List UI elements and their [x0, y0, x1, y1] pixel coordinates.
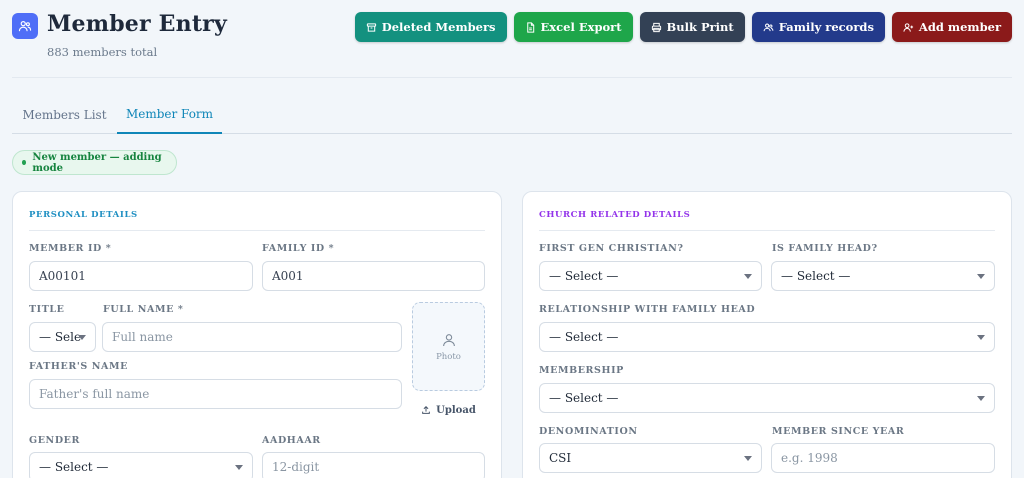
- user-plus-icon: [903, 22, 914, 32]
- first-gen-select[interactable]: — Select —: [539, 261, 762, 291]
- gender-label: GENDER: [29, 435, 81, 446]
- member-since-label: MEMBER SINCE YEAR: [772, 426, 905, 437]
- family-head-select[interactable]: — Select —: [771, 261, 995, 291]
- member-since-input[interactable]: [771, 443, 995, 473]
- upload-button[interactable]: Upload: [412, 403, 485, 417]
- chevron-down-icon: [78, 335, 86, 340]
- family-head-select-value: — Select —: [781, 269, 851, 283]
- gender-select-value: — Select —: [39, 460, 109, 474]
- bulk-print-button[interactable]: Bulk Print: [639, 12, 745, 42]
- header-divider: [12, 77, 1012, 78]
- excel-export-label: Excel Export: [540, 20, 622, 34]
- church-details-card: CHURCH RELATED DETAILS FIRST GEN CHRISTI…: [522, 191, 1012, 478]
- membership-select-value: — Select —: [549, 391, 619, 405]
- page-title: Member Entry: [47, 11, 227, 37]
- photo-dropzone[interactable]: Photo: [412, 302, 485, 391]
- chevron-down-icon: [235, 465, 243, 470]
- relationship-select-value: — Select —: [549, 330, 619, 344]
- family-id-label: FAMILY ID *: [262, 243, 335, 254]
- card-divider: [29, 230, 485, 231]
- page-header: Member Entry 883 members total Deleted M…: [12, 11, 1012, 62]
- printer-icon: [651, 22, 661, 32]
- title-label: TITLE: [29, 304, 65, 315]
- card-divider: [539, 230, 995, 231]
- chevron-down-icon: [977, 396, 985, 401]
- relationship-label: RELATIONSHIP WITH FAMILY HEAD: [539, 304, 756, 315]
- upload-icon: [422, 405, 431, 414]
- family-head-label: IS FAMILY HEAD?: [772, 243, 878, 254]
- full-name-input[interactable]: [102, 322, 402, 352]
- first-gen-label: FIRST GEN CHRISTIAN?: [539, 243, 684, 254]
- deleted-members-button[interactable]: Deleted Members: [354, 12, 507, 42]
- file-icon: [526, 21, 534, 33]
- title-select-value: — Sele: [39, 330, 82, 344]
- mode-badge-text: New member — adding mode: [32, 151, 162, 174]
- title-select[interactable]: — Sele: [29, 322, 96, 352]
- user-icon: [442, 333, 455, 346]
- member-id-label: MEMBER ID *: [29, 243, 112, 254]
- photo-label: Photo: [436, 351, 461, 362]
- family-id-input[interactable]: [262, 261, 485, 291]
- full-name-label: FULL NAME *: [103, 304, 184, 315]
- users-icon: [763, 23, 774, 31]
- add-member-label: Add member: [918, 20, 1001, 34]
- personal-details-card: PERSONAL DETAILS MEMBER ID * FAMILY ID *…: [12, 191, 502, 478]
- denomination-select[interactable]: CSI: [539, 443, 762, 473]
- aadhaar-input[interactable]: [262, 452, 485, 478]
- father-name-input[interactable]: [29, 379, 402, 409]
- tab-bar: Members List Member Form: [12, 96, 1012, 134]
- tab-member-form[interactable]: Member Form: [117, 96, 222, 134]
- add-member-button[interactable]: Add member: [891, 12, 1012, 42]
- users-icon: [12, 13, 38, 39]
- membership-select[interactable]: — Select —: [539, 383, 995, 413]
- mode-badge: New member — adding mode: [12, 150, 177, 175]
- membership-label: MEMBERSHIP: [539, 365, 624, 376]
- action-bar: Deleted Members Excel Export Bulk Print …: [354, 12, 1012, 42]
- father-name-label: FATHER'S NAME: [29, 361, 128, 372]
- gender-select[interactable]: — Select —: [29, 452, 253, 478]
- church-details-title: CHURCH RELATED DETAILS: [539, 210, 691, 220]
- chevron-down-icon: [977, 335, 985, 340]
- status-dot: [22, 160, 27, 165]
- chevron-down-icon: [744, 274, 752, 279]
- excel-export-button[interactable]: Excel Export: [513, 12, 633, 42]
- member-count: 883 members total: [47, 45, 158, 59]
- chevron-down-icon: [744, 456, 752, 461]
- deleted-members-label: Deleted Members: [381, 20, 496, 34]
- chevron-down-icon: [977, 274, 985, 279]
- upload-label: Upload: [436, 404, 476, 416]
- tab-members-list[interactable]: Members List: [12, 96, 117, 133]
- bulk-print-label: Bulk Print: [666, 20, 734, 34]
- aadhaar-label: AADHAAR: [262, 435, 321, 446]
- family-records-label: Family records: [778, 20, 874, 34]
- personal-details-title: PERSONAL DETAILS: [29, 210, 138, 220]
- member-id-input[interactable]: [29, 261, 253, 291]
- archive-icon: [366, 22, 376, 32]
- denomination-select-value: CSI: [549, 451, 572, 465]
- denomination-label: DENOMINATION: [539, 426, 638, 437]
- relationship-select[interactable]: — Select —: [539, 322, 995, 352]
- first-gen-select-value: — Select —: [549, 269, 619, 283]
- family-records-button[interactable]: Family records: [751, 12, 885, 42]
